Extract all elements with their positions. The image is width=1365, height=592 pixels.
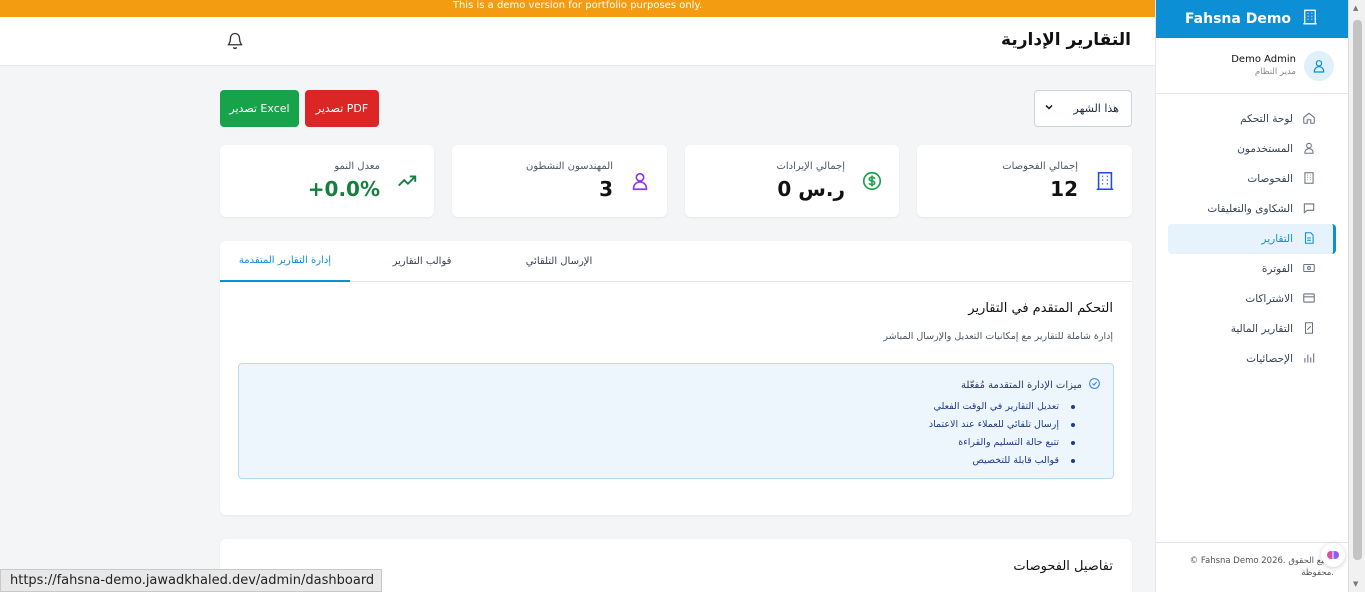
sidebar-item-label: لوحة التحكم (1240, 113, 1293, 125)
sidebar-item-reports[interactable]: التقارير (1168, 224, 1336, 254)
dollar-icon (861, 170, 883, 192)
sidebar-item-subscriptions[interactable]: الاشتراكات (1168, 284, 1336, 314)
user-icon (1302, 141, 1316, 158)
sidebar-item-label: التقارير (1261, 233, 1293, 245)
card-icon (1302, 291, 1316, 308)
top-header: التقارير الإدارية (0, 17, 1155, 66)
stat-label: إجمالي الإيرادات (776, 161, 845, 172)
stat-label: المهندسون النشطون (525, 161, 613, 172)
building-icon (1301, 8, 1319, 30)
list-item: قوالب قابلة للتخصيص (929, 452, 1076, 470)
info-header: ميزات الإدارة المتقدمة مُفعّلة (961, 377, 1101, 393)
bell-icon[interactable] (226, 32, 244, 50)
scroll-down-icon[interactable]: ▼ (1353, 580, 1358, 588)
trend-up-icon (396, 170, 418, 192)
sidebar-item-label: الاشتراكات (1245, 293, 1293, 305)
home-icon (1302, 111, 1316, 128)
sidebar-item-complaints[interactable]: الشكاوى والتعليقات (1168, 194, 1336, 224)
tab-bar: إدارة التقارير المتقدمة قوالب التقارير ا… (220, 241, 1132, 282)
stat-value: 0 ر.س (777, 177, 845, 201)
period-select-value: هذا الشهر (1073, 102, 1120, 115)
sidebar-item-label: الفوترة (1261, 263, 1293, 275)
demo-banner: This is a demo version for portfolio pur… (0, 0, 1155, 17)
user-name: Demo Admin (1231, 54, 1296, 65)
stat-card-inspections: إجمالي الفحوصات 12 (917, 145, 1132, 217)
building-icon (1094, 170, 1116, 192)
sidebar-nav: لوحة التحكم المستخدمون الفحوصات الشكاوى … (1156, 94, 1348, 374)
user-icon (629, 170, 651, 192)
sidebar-item-dashboard[interactable]: لوحة التحكم (1168, 104, 1336, 134)
export-excel-button[interactable]: تصدير Excel (220, 90, 299, 127)
chat-icon (1302, 201, 1316, 218)
sidebar-item-label: المستخدمون (1237, 143, 1293, 155)
stat-card-revenue: إجمالي الإيرادات 0 ر.س (685, 145, 899, 217)
brand-header[interactable]: Fahsna Demo (1156, 0, 1348, 38)
user-role: مدير النظام (1254, 67, 1296, 77)
section-title: تفاصيل الفحوصات (1013, 559, 1113, 574)
brain-icon[interactable] (1321, 543, 1345, 567)
stat-label: معدل النمو (334, 161, 380, 172)
tab-auto-send[interactable]: الإرسال التلقائي (484, 241, 634, 282)
sidebar-item-statistics[interactable]: الإحصائيات (1168, 344, 1336, 374)
list-item: تعديل التقارير في الوقت الفعلي (929, 398, 1076, 416)
sidebar-item-users[interactable]: المستخدمون (1168, 134, 1336, 164)
status-bar-url: https://fahsna-demo.jawadkhaled.dev/admi… (0, 569, 383, 592)
sidebar-item-label: الإحصائيات (1246, 353, 1293, 365)
tab-advanced-management[interactable]: إدارة التقارير المتقدمة (220, 241, 350, 282)
stat-value: +0.0% (307, 177, 380, 201)
sidebar-item-label: الفحوصات (1247, 173, 1293, 185)
panel-subtitle: إدارة شاملة للتقارير مع إمكانيات التعديل… (883, 331, 1113, 342)
stat-card-engineers: المهندسون النشطون 3 (452, 145, 667, 217)
sidebar: Fahsna Demo Demo Admin مدير النظام لوحة … (1155, 0, 1348, 592)
check-circle-icon (1088, 377, 1101, 393)
info-title: ميزات الإدارة المتقدمة مُفعّلة (961, 379, 1082, 391)
document-icon (1302, 231, 1316, 248)
list-item: إرسال تلقائي للعملاء عند الاعتماد (929, 416, 1076, 434)
reports-panel: إدارة التقارير المتقدمة قوالب التقارير ا… (220, 241, 1132, 515)
bar-chart-icon (1302, 351, 1316, 368)
brand-name: Fahsna Demo (1184, 11, 1292, 27)
stat-label: إجمالي الفحوصات (1002, 161, 1078, 172)
scrollbar[interactable]: ▲ ▼ (1348, 0, 1365, 592)
scrollbar-thumb[interactable] (1353, 20, 1362, 560)
sidebar-item-inspections[interactable]: الفحوصات (1168, 164, 1336, 194)
user-profile[interactable]: Demo Admin مدير النظام (1156, 38, 1348, 94)
stat-value: 3 (599, 177, 613, 201)
sidebar-footer: © Fahsna Demo 2026. جميع الحقوق محفوظة. (1156, 542, 1348, 592)
scroll-up-icon[interactable]: ▲ (1353, 4, 1358, 12)
sidebar-item-billing[interactable]: الفوترة (1168, 254, 1336, 284)
period-select[interactable]: هذا الشهر (1034, 90, 1132, 127)
avatar (1304, 50, 1334, 81)
sidebar-item-label: الشكاوى والتعليقات (1207, 203, 1293, 215)
sidebar-item-label: التقارير المالية (1230, 323, 1293, 335)
page-title: التقارير الإدارية (1001, 30, 1131, 50)
features-info-box: ميزات الإدارة المتقدمة مُفعّلة تعديل الت… (238, 363, 1114, 479)
export-pdf-button[interactable]: تصدير PDF (305, 90, 379, 127)
chevron-down-icon (1043, 101, 1055, 116)
stat-value: 12 (1050, 177, 1078, 201)
sidebar-item-financial-reports[interactable]: التقارير المالية (1168, 314, 1336, 344)
list-item: تتبع حالة التسليم والقراءة (929, 434, 1076, 452)
invoice-icon (1302, 261, 1316, 278)
features-list: تعديل التقارير في الوقت الفعلي إرسال تلق… (929, 398, 1076, 470)
stat-card-growth: معدل النمو +0.0% (220, 145, 434, 217)
finance-report-icon (1302, 321, 1316, 338)
panel-title: التحكم المتقدم في التقارير (968, 301, 1113, 316)
tab-report-templates[interactable]: قوالب التقارير (360, 241, 484, 282)
building-icon (1302, 171, 1316, 188)
